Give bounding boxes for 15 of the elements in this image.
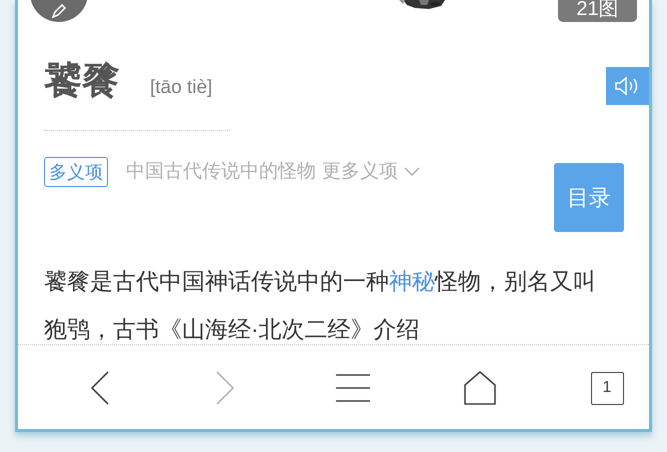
chevron-down-icon [404,167,420,177]
entry-title: 饕餮 [44,62,120,100]
forward-icon [216,371,234,405]
summary-link[interactable]: 神秘 [389,268,435,294]
toc-button[interactable]: 目录 [554,163,624,232]
more-meanings-link[interactable]: 更多义项 [322,158,420,186]
summary-paragraph: 饕餮是古代中国神话传说中的一种神秘怪物，别名又叫狍鸮，古书《山海经·北次二经》介绍 [44,267,597,344]
polysemy-current: 中国古代传说中的怪物 [126,160,316,184]
polysemy-tag: 多义项 [44,157,108,187]
audio-button[interactable] [606,67,649,105]
menu-icon [335,374,371,402]
pinyin-text: [tāo tiè] [150,76,212,100]
pencil-icon [51,4,67,18]
home-icon [463,371,497,405]
back-icon [91,371,109,405]
